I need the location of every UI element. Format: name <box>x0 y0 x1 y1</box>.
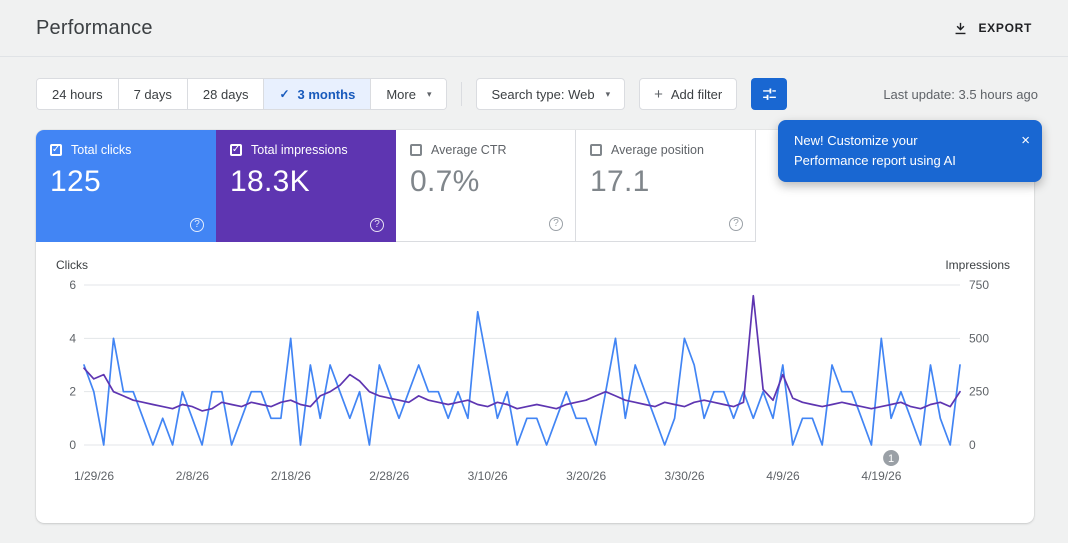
svg-text:2/28/26: 2/28/26 <box>369 469 409 483</box>
chevron-down-icon: ▾ <box>426 88 432 99</box>
range-24-hours[interactable]: 24 hours <box>37 79 118 109</box>
metric-average-ctr[interactable]: Average CTR 0.7% ? <box>396 130 576 242</box>
svg-text:250: 250 <box>969 385 989 399</box>
export-label: EXPORT <box>978 21 1032 35</box>
help-icon[interactable]: ? <box>549 217 563 231</box>
promo-line-1: New! Customize your <box>794 133 918 148</box>
svg-text:0: 0 <box>969 438 976 452</box>
page-title: Performance <box>36 16 153 39</box>
range-label: More <box>386 86 416 102</box>
metric-label: Average CTR <box>431 143 507 157</box>
metric-average-position[interactable]: Average position 17.1 ? <box>576 130 756 242</box>
promo-text: New! Customize your Performance report u… <box>794 131 956 171</box>
toolbar-divider <box>461 82 463 106</box>
page-header: Performance EXPORT <box>0 0 1068 57</box>
svg-text:3/10/26: 3/10/26 <box>468 469 508 483</box>
chart-annotation-marker[interactable]: 1 <box>883 450 900 466</box>
svg-text:1: 1 <box>888 453 894 465</box>
metric-value: 17.1 <box>590 165 650 198</box>
search-type-label: Search type: Web <box>491 86 595 102</box>
svg-text:0: 0 <box>69 438 76 452</box>
metric-total-impressions[interactable]: ✓ Total impressions 18.3K ? <box>216 130 396 242</box>
svg-text:3/20/26: 3/20/26 <box>566 469 606 483</box>
customize-report-button[interactable] <box>751 78 788 110</box>
download-icon <box>952 20 969 37</box>
add-filter-label: Add filter <box>670 86 723 102</box>
search-type-dropdown[interactable]: Search type: Web ▾ <box>476 78 626 110</box>
svg-text:2/8/26: 2/8/26 <box>176 469 210 483</box>
checkbox-checked-icon[interactable]: ✓ <box>50 144 62 156</box>
close-icon[interactable]: × <box>1021 131 1030 149</box>
check-icon: ✓ <box>279 87 290 101</box>
metric-label: Total impressions <box>251 143 348 157</box>
range-more-dropdown[interactable]: More ▾ <box>370 79 447 109</box>
help-icon[interactable]: ? <box>190 218 204 232</box>
range-7-days[interactable]: 7 days <box>117 79 187 109</box>
date-range-group: 24 hours 7 days 28 days ✓ 3 months More … <box>36 78 448 110</box>
range-3-months[interactable]: ✓ 3 months <box>263 79 371 109</box>
ai-promo-popup: New! Customize your Performance report u… <box>778 120 1042 182</box>
range-label: 3 months <box>297 86 356 102</box>
metric-total-clicks[interactable]: ✓ Total clicks 125 ? <box>36 130 216 242</box>
help-icon[interactable]: ? <box>370 218 384 232</box>
add-filter-button[interactable]: + Add filter <box>639 78 738 110</box>
metric-value: 18.3K <box>230 165 310 198</box>
performance-card: ✓ Total clicks 125 ? ✓ Total impressions… <box>36 130 1034 523</box>
svg-text:4/19/26: 4/19/26 <box>861 469 901 483</box>
metric-value: 125 <box>50 165 101 198</box>
performance-chart[interactable]: 0 0 2 250 4 500 6 750 1/29/26 2/8/26 2/18/26 2/28/2… <box>56 275 1008 493</box>
export-button[interactable]: EXPORT <box>946 19 1038 38</box>
svg-text:4: 4 <box>69 331 76 345</box>
svg-text:1/29/26: 1/29/26 <box>74 469 114 483</box>
filter-toolbar: 24 hours 7 days 28 days ✓ 3 months More … <box>36 78 1038 110</box>
svg-text:4/9/26: 4/9/26 <box>766 469 800 483</box>
chart-section: Clicks Impressions 0 0 2 250 4 500 6 750 1/29/26… <box>36 242 1034 493</box>
metric-header: Average position <box>590 143 741 157</box>
metric-label: Total clicks <box>71 143 132 157</box>
metric-header: Average CTR <box>410 143 561 157</box>
svg-text:500: 500 <box>969 331 989 345</box>
metric-label: Average position <box>611 143 704 157</box>
help-icon[interactable]: ? <box>729 217 743 231</box>
range-label: 28 days <box>202 86 249 102</box>
left-axis-title: Clicks <box>56 258 88 272</box>
metric-header: ✓ Total impressions <box>230 143 382 157</box>
svg-text:3/30/26: 3/30/26 <box>665 469 705 483</box>
svg-text:6: 6 <box>69 278 76 292</box>
chevron-down-icon: ▾ <box>605 88 611 99</box>
metric-value: 0.7% <box>410 165 480 198</box>
plus-icon: + <box>654 85 663 103</box>
svg-text:2: 2 <box>69 385 76 399</box>
tune-icon <box>761 86 778 103</box>
checkbox-unchecked-icon[interactable] <box>410 144 422 156</box>
checkbox-checked-icon[interactable]: ✓ <box>230 144 242 156</box>
last-update-text: Last update: 3.5 hours ago <box>883 86 1038 102</box>
promo-line-2: Performance report using AI <box>794 153 956 168</box>
metric-header: ✓ Total clicks <box>50 143 202 157</box>
range-label: 7 days <box>133 86 172 102</box>
range-label: 24 hours <box>52 86 103 102</box>
svg-text:2/18/26: 2/18/26 <box>271 469 311 483</box>
range-28-days[interactable]: 28 days <box>186 79 264 109</box>
axis-titles: Clicks Impressions <box>56 258 1012 275</box>
right-axis-title: Impressions <box>945 258 1010 272</box>
checkbox-unchecked-icon[interactable] <box>590 144 602 156</box>
svg-text:750: 750 <box>969 278 989 292</box>
